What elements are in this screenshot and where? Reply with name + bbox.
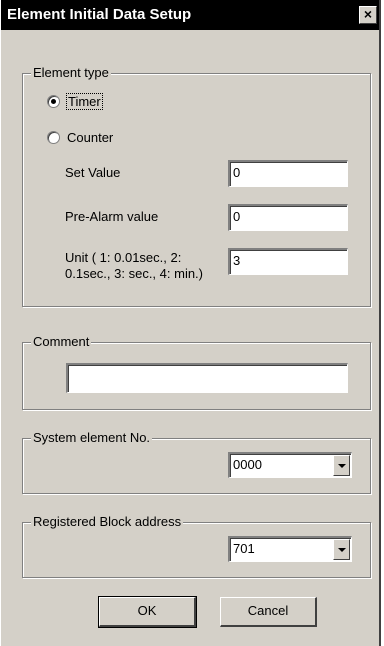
registered-block-select[interactable]: 701	[228, 536, 352, 562]
system-element-value: 0000	[233, 457, 262, 472]
close-icon: ×	[363, 6, 373, 22]
system-element-group: System element No. 0000	[22, 430, 371, 494]
close-button[interactable]: ×	[359, 6, 377, 24]
unit-label: Unit ( 1: 0.01sec., 2: 0.1sec., 3: sec.,…	[65, 250, 203, 281]
system-element-group-label: System element No.	[31, 430, 153, 446]
registered-block-value: 701	[233, 541, 255, 556]
radio-timer[interactable]: Timer	[47, 93, 103, 110]
chevron-down-icon	[337, 463, 346, 468]
registered-block-group-label: Registered Block address	[31, 514, 184, 530]
comment-group: Comment	[22, 334, 371, 410]
comment-input[interactable]	[66, 363, 348, 393]
element-initial-data-setup-dialog: Element Initial Data Setup × Element typ…	[0, 0, 381, 646]
pre-alarm-label: Pre-Alarm value	[65, 209, 159, 224]
radio-timer-indicator[interactable]	[47, 95, 60, 108]
ok-button[interactable]: OK	[98, 596, 197, 628]
dialog-title: Element Initial Data Setup	[7, 6, 192, 23]
set-value-input[interactable]: 0	[228, 160, 348, 187]
chevron-down-icon	[337, 547, 346, 552]
element-type-group: Element type Timer Counter Set Value 0 P…	[22, 65, 371, 307]
radio-timer-label: Timer	[66, 93, 103, 110]
title-bar: Element Initial Data Setup ×	[1, 0, 379, 30]
radio-counter-label: Counter	[67, 130, 114, 145]
cancel-button[interactable]: Cancel	[220, 597, 317, 627]
system-element-dropdown-button[interactable]	[333, 455, 350, 476]
set-value-label: Set Value	[65, 165, 121, 180]
system-element-select[interactable]: 0000	[228, 452, 352, 478]
comment-group-label: Comment	[31, 334, 92, 350]
radio-counter-indicator[interactable]	[47, 131, 60, 144]
unit-input[interactable]: 3	[228, 248, 348, 275]
pre-alarm-input[interactable]: 0	[228, 204, 348, 231]
radio-counter[interactable]: Counter	[47, 130, 113, 145]
element-type-group-label: Element type	[31, 65, 111, 81]
registered-block-group: Registered Block address 701	[22, 514, 371, 578]
registered-block-dropdown-button[interactable]	[333, 539, 350, 560]
